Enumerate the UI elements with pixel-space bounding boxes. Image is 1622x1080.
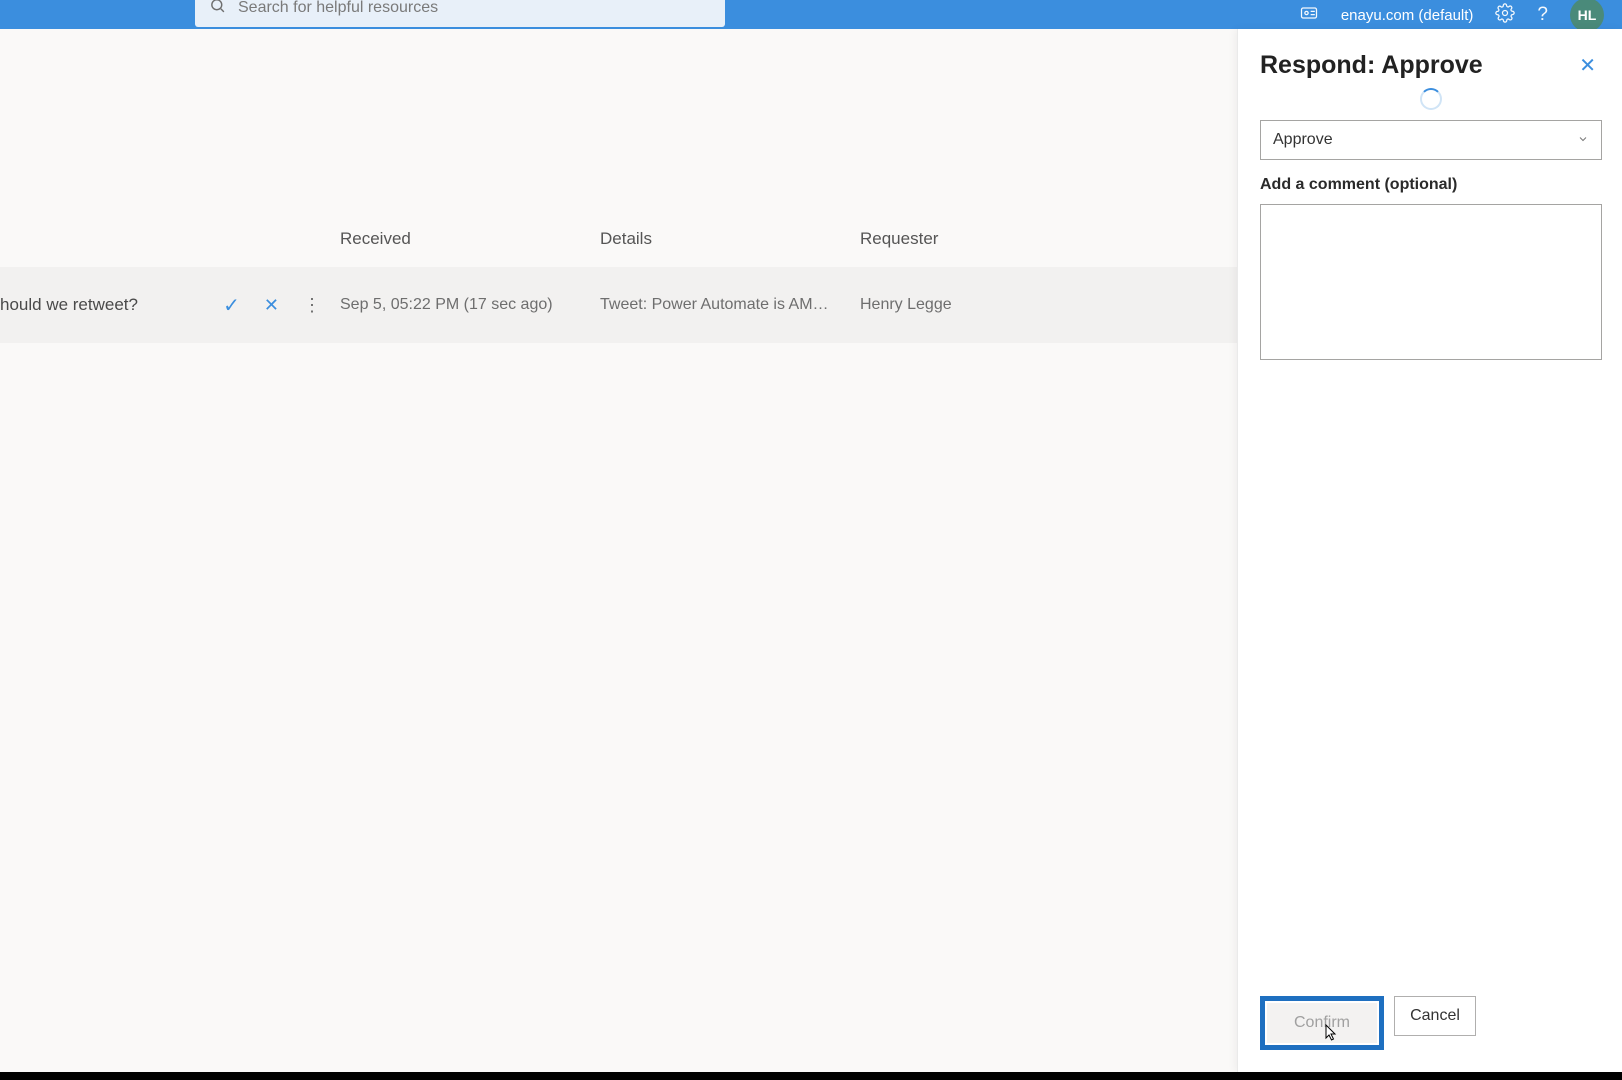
confirm-highlight: Confirm [1260, 996, 1384, 1050]
approve-icon[interactable]: ✓ [223, 293, 240, 318]
spinner-icon [1420, 88, 1442, 110]
environment-label[interactable]: enayu.com (default) [1341, 7, 1474, 24]
col-received: Received [340, 229, 600, 249]
environment-icon[interactable] [1299, 3, 1319, 27]
approval-title: hould we retweet? [0, 295, 138, 315]
col-requester: Requester [860, 229, 1120, 249]
chevron-down-icon [1577, 133, 1589, 148]
response-select[interactable]: Approve [1260, 120, 1602, 160]
confirm-button[interactable]: Confirm [1267, 1003, 1377, 1043]
approval-requester: Henry Legge [860, 296, 1120, 314]
comment-input[interactable] [1260, 204, 1602, 360]
search-icon [209, 0, 226, 19]
comment-label: Add a comment (optional) [1260, 176, 1602, 194]
response-select-value: Approve [1273, 131, 1333, 149]
more-icon[interactable]: ⋮ [303, 295, 320, 316]
panel-footer: Confirm Cancel [1260, 996, 1602, 1072]
respond-panel: Respond: Approve ✕ Approve Add a comment… [1237, 29, 1622, 1072]
approval-received: Sep 5, 05:22 PM (17 sec ago) [340, 296, 600, 314]
cancel-button[interactable]: Cancel [1394, 996, 1476, 1036]
search-input[interactable]: Search for helpful resources [195, 0, 725, 27]
top-bar: Search for helpful resources enayu.com (… [0, 0, 1622, 29]
help-icon[interactable]: ? [1537, 4, 1548, 26]
avatar[interactable]: HL [1570, 0, 1604, 32]
approval-details: Tweet: Power Automate is AMAZEBA... [600, 296, 860, 314]
bottom-strip [0, 1072, 1622, 1080]
panel-title: Respond: Approve [1260, 51, 1483, 80]
header-right: enayu.com (default) ? HL [1299, 0, 1604, 32]
reject-icon[interactable]: ✕ [264, 295, 279, 316]
gear-icon[interactable] [1495, 3, 1515, 27]
avatar-initials: HL [1578, 7, 1597, 23]
col-details: Details [600, 229, 860, 249]
close-icon[interactable]: ✕ [1573, 51, 1602, 80]
search-placeholder: Search for helpful resources [238, 0, 438, 17]
